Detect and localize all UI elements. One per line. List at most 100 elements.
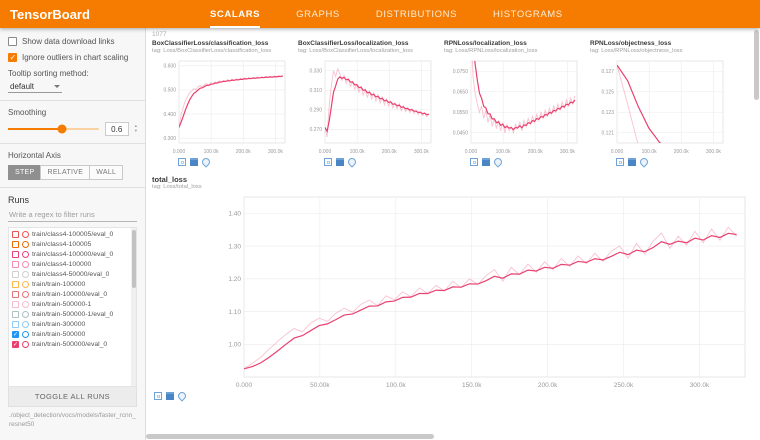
svg-text:0.000: 0.000 bbox=[236, 382, 253, 389]
pin-icon[interactable] bbox=[176, 391, 187, 402]
run-checkbox[interactable] bbox=[12, 291, 19, 298]
svg-text:100.0k: 100.0k bbox=[642, 149, 658, 155]
run-checkbox[interactable] bbox=[12, 281, 19, 288]
run-name: train/class4-100005 bbox=[32, 241, 91, 248]
data-table-icon[interactable] bbox=[166, 392, 174, 400]
toggle-all-runs-button[interactable]: TOGGLE ALL RUNS bbox=[8, 387, 137, 407]
run-color-icon bbox=[22, 241, 29, 248]
horizontal-axis-buttons: STEP RELATIVE WALL bbox=[8, 165, 137, 180]
svg-text:1.20: 1.20 bbox=[228, 276, 241, 283]
chart-plot[interactable]: 0.1210.1230.1250.1270.000100.0k200.0k300… bbox=[590, 56, 728, 156]
run-color-icon bbox=[22, 271, 29, 278]
chart-plot[interactable]: 0.3000.4000.5000.6000.000100.0k200.0k300… bbox=[152, 56, 290, 156]
fullscreen-icon[interactable] bbox=[324, 158, 332, 166]
run-name: train/train-100000/eval_0 bbox=[32, 291, 107, 298]
svg-text:0.0450: 0.0450 bbox=[453, 131, 469, 137]
run-name: train/class4-100000/eval_0 bbox=[32, 251, 113, 258]
run-item[interactable]: train/train-100000/eval_0 bbox=[9, 289, 136, 299]
smoothing-value[interactable]: 0.6 bbox=[105, 122, 129, 136]
fullscreen-icon[interactable] bbox=[616, 158, 624, 166]
svg-text:300.0k: 300.0k bbox=[690, 382, 710, 389]
run-name: train/train-500000 bbox=[32, 331, 85, 338]
run-item[interactable]: ✓ train/train-500000/eval_0 bbox=[9, 339, 136, 349]
runs-scrollbar-thumb[interactable] bbox=[132, 230, 136, 288]
svg-text:100.0k: 100.0k bbox=[204, 149, 220, 155]
run-checkbox[interactable]: ✓ bbox=[12, 331, 19, 338]
pin-icon[interactable] bbox=[200, 156, 211, 167]
chart-plot[interactable]: 0.2700.2900.3100.3300.000100.0k200.0k300… bbox=[298, 56, 436, 156]
run-checkbox[interactable]: ✓ bbox=[12, 341, 19, 348]
horizontal-scrollbar[interactable] bbox=[146, 434, 434, 439]
run-checkbox[interactable] bbox=[12, 311, 19, 318]
run-checkbox[interactable] bbox=[12, 251, 19, 258]
data-table-icon[interactable] bbox=[628, 158, 636, 166]
axis-wall-button[interactable]: WALL bbox=[89, 165, 123, 180]
run-item[interactable]: ✓ train/train-500000 bbox=[9, 329, 136, 339]
chart-plot[interactable]: 0.04500.05500.06500.07500.000100.0k200.0… bbox=[444, 56, 582, 156]
divider bbox=[0, 100, 145, 101]
run-name: train/class4-100000 bbox=[32, 261, 91, 268]
run-color-icon bbox=[22, 261, 29, 268]
sidebar: Show data download links Ignore outliers… bbox=[0, 28, 146, 440]
run-checkbox[interactable] bbox=[12, 271, 19, 278]
vertical-scrollbar[interactable] bbox=[754, 30, 759, 100]
pin-icon[interactable] bbox=[346, 156, 357, 167]
run-item[interactable]: train/class4-100000/eval_0 bbox=[9, 249, 136, 259]
run-item[interactable]: train/train-500000-1 bbox=[9, 299, 136, 309]
run-item[interactable]: train/class4-100005 bbox=[9, 239, 136, 249]
run-checkbox[interactable] bbox=[12, 301, 19, 308]
run-filter-input[interactable] bbox=[8, 208, 137, 222]
svg-text:200.0k: 200.0k bbox=[528, 149, 544, 155]
fullscreen-icon[interactable] bbox=[154, 392, 162, 400]
svg-text:1.40: 1.40 bbox=[228, 211, 241, 218]
smoothing-slider[interactable] bbox=[8, 128, 99, 130]
fullscreen-icon[interactable] bbox=[470, 158, 478, 166]
smoothing-stepper[interactable]: ▴▾ bbox=[135, 124, 137, 134]
chart-actions bbox=[178, 158, 290, 166]
fullscreen-icon[interactable] bbox=[178, 158, 186, 166]
run-color-icon bbox=[22, 311, 29, 318]
svg-text:0.300: 0.300 bbox=[163, 136, 176, 142]
tab-distributions[interactable]: DISTRIBUTIONS bbox=[376, 1, 457, 28]
run-item[interactable]: train/train-100000 bbox=[9, 279, 136, 289]
pin-icon[interactable] bbox=[492, 156, 503, 167]
run-checkbox[interactable] bbox=[12, 321, 19, 328]
run-item[interactable]: train/class4-100000 bbox=[9, 259, 136, 269]
run-checkbox[interactable] bbox=[12, 241, 19, 248]
axis-step-button[interactable]: STEP bbox=[8, 165, 41, 180]
step-down-icon[interactable]: ▾ bbox=[135, 129, 137, 134]
run-checkbox[interactable] bbox=[12, 231, 19, 238]
run-checkbox[interactable] bbox=[12, 261, 19, 268]
chart-title: RPNLoss/localization_loss bbox=[444, 40, 582, 48]
svg-text:0.000: 0.000 bbox=[319, 149, 332, 155]
chart-title: BoxClassifierLoss/classification_loss bbox=[152, 40, 290, 48]
svg-text:0.123: 0.123 bbox=[601, 110, 614, 116]
slider-thumb[interactable] bbox=[58, 125, 67, 134]
smoothing-row: 0.6 ▴▾ bbox=[8, 122, 137, 136]
show-download-row[interactable]: Show data download links bbox=[8, 37, 137, 47]
svg-text:50.00k: 50.00k bbox=[310, 382, 330, 389]
tab-graphs[interactable]: GRAPHS bbox=[296, 1, 340, 28]
ignore-outliers-row[interactable]: Ignore outliers in chart scaling bbox=[8, 53, 137, 63]
tab-histograms[interactable]: HISTOGRAMS bbox=[493, 1, 563, 28]
run-color-icon bbox=[22, 341, 29, 348]
runs-scrollbar[interactable] bbox=[131, 228, 136, 386]
run-item[interactable]: train/train-500000-1/eval_0 bbox=[9, 309, 136, 319]
chart-tag: tag: Loss/RPNLoss/localization_loss bbox=[444, 48, 582, 55]
axis-relative-button[interactable]: RELATIVE bbox=[40, 165, 90, 180]
pin-icon[interactable] bbox=[638, 156, 649, 167]
top-bar: TensorBoard SCALARS GRAPHS DISTRIBUTIONS… bbox=[0, 0, 760, 28]
data-table-icon[interactable] bbox=[190, 158, 198, 166]
run-color-icon bbox=[22, 291, 29, 298]
run-name: train/train-500000/eval_0 bbox=[32, 341, 107, 348]
show-download-checkbox[interactable] bbox=[8, 37, 17, 46]
tab-scalars[interactable]: SCALARS bbox=[210, 1, 260, 28]
data-table-icon[interactable] bbox=[336, 158, 344, 166]
run-item[interactable]: train/class4-100005/eval_0 bbox=[9, 229, 136, 239]
big-chart-plot[interactable]: 1.001.101.201.301.400.00050.00k100.0k150… bbox=[152, 192, 754, 390]
data-table-icon[interactable] bbox=[482, 158, 490, 166]
run-item[interactable]: train/class4-50000/eval_0 bbox=[9, 269, 136, 279]
run-item[interactable]: train/train-300000 bbox=[9, 319, 136, 329]
ignore-outliers-checkbox[interactable] bbox=[8, 53, 17, 62]
tooltip-sorting-select[interactable]: default bbox=[8, 81, 62, 93]
